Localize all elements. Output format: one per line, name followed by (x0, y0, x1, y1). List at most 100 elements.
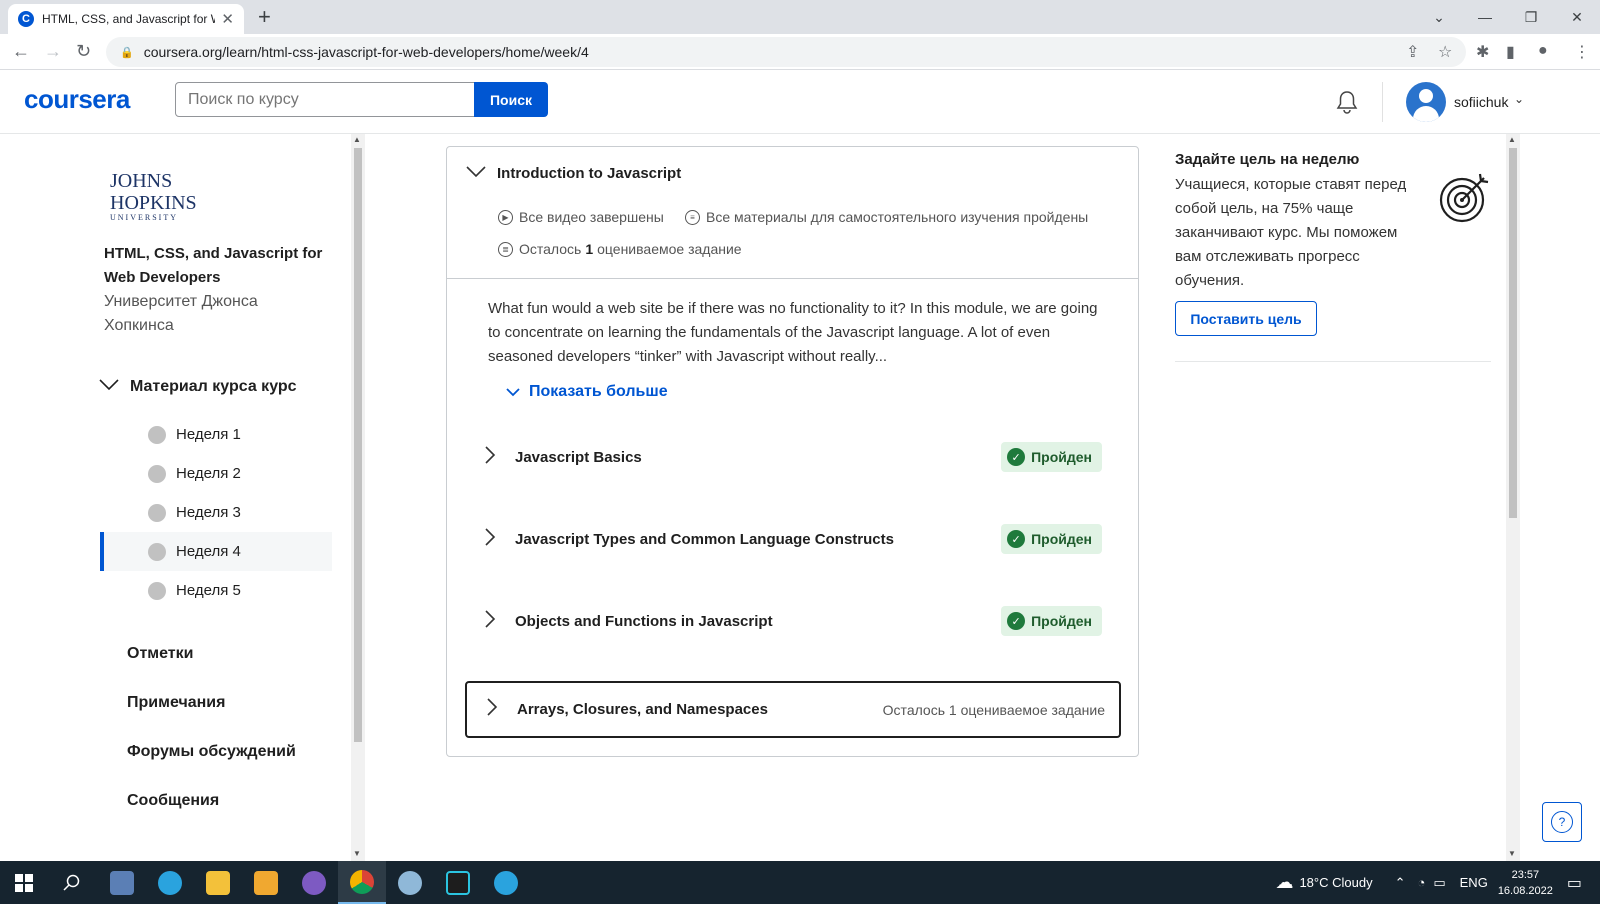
lesson-item[interactable]: Javascript Basics ✓ Пройден (465, 429, 1121, 485)
viber-app-icon[interactable] (290, 861, 338, 904)
language-indicator[interactable]: ENG (1460, 875, 1488, 890)
close-tab-icon[interactable]: ✕ (221, 10, 234, 28)
lesson-item[interactable]: Javascript Types and Common Language Con… (465, 511, 1121, 567)
check-icon: ✓ (1007, 530, 1026, 548)
browser-tabstrip: C HTML, CSS, and Javascript for We ✕ + ⌄… (0, 0, 1600, 34)
side-panel-icon[interactable]: ▮ (1506, 42, 1515, 62)
chevron-down-icon[interactable] (98, 378, 120, 397)
notifications-icon[interactable]: ▭ (1567, 873, 1582, 893)
show-more-link[interactable]: Показать больше (505, 383, 668, 401)
tab-search-icon[interactable]: ⌄ (1416, 0, 1462, 34)
username[interactable]: sofiichuk (1454, 94, 1508, 110)
minimize-icon[interactable]: — (1462, 0, 1508, 34)
new-tab-icon[interactable]: + (258, 4, 271, 30)
webstorm-app-icon[interactable] (434, 861, 482, 904)
course-title[interactable]: HTML, CSS, and Javascript for Web Develo… (104, 242, 324, 290)
network-icon[interactable]: ◔ (1417, 875, 1425, 890)
system-tray: ☁ 18°C Cloudy ⌃ ◔ ▭ ENG 23:57 16.08.2022… (1275, 861, 1600, 904)
week-status-icon (148, 425, 166, 444)
close-window-icon[interactable]: ✕ (1554, 0, 1600, 34)
sidebar-item-week-2[interactable]: Неделя 2 (100, 454, 332, 493)
browser-toolbar: ← → ↻ 🔒 coursera.org/learn/html-css-java… (0, 34, 1600, 70)
status-badge: ✓ Пройден (1001, 606, 1102, 636)
chevron-down-icon[interactable] (465, 165, 487, 184)
graded-status: ≣ Осталось 1 оцениваемое задание (498, 241, 742, 257)
restore-icon[interactable]: ❐ (1508, 0, 1554, 34)
extensions-icon[interactable]: ✱ (1476, 42, 1489, 62)
menu-icon[interactable]: ⋮ (1574, 42, 1590, 62)
coursera-logo[interactable]: coursera (24, 84, 130, 115)
scroll-down-icon[interactable]: ▼ (1508, 849, 1516, 858)
chevron-right-icon (475, 527, 505, 552)
forward-icon[interactable]: → (44, 41, 62, 62)
lock-icon: 🔒 (120, 46, 134, 59)
profile-icon[interactable]: ● (1538, 42, 1548, 60)
windows-start-icon[interactable] (0, 861, 48, 904)
telegram-app-icon[interactable] (482, 861, 530, 904)
sidebar-item-week-1[interactable]: Неделя 1 (100, 415, 332, 454)
back-icon[interactable]: ← (12, 41, 30, 62)
course-material-heading[interactable]: Материал курса курс (130, 378, 297, 396)
notifications-bell-icon[interactable] (1336, 90, 1358, 120)
chevron-down-icon (505, 385, 521, 400)
telegram-app-icon[interactable] (146, 861, 194, 904)
sidebar-item-week-4[interactable]: Неделя 4 (100, 532, 332, 571)
chrome-app-icon[interactable] (338, 861, 386, 904)
browser-tab[interactable]: C HTML, CSS, and Javascript for We ✕ (8, 4, 244, 34)
window-controls: ⌄ — ❐ ✕ (1416, 0, 1600, 34)
sidebar-item-forums[interactable]: Форумы обсуждений (127, 743, 296, 761)
scroll-up-icon[interactable]: ▲ (353, 135, 361, 144)
status-badge: ✓ Пройден (1001, 442, 1102, 472)
share-icon[interactable]: ⇪ (1406, 42, 1419, 62)
clock[interactable]: 23:57 16.08.2022 (1498, 867, 1553, 899)
search-input[interactable] (175, 82, 475, 117)
week-label: Неделя 5 (176, 582, 241, 599)
battery-icon[interactable]: ▭ (1433, 875, 1445, 891)
week-status-icon (148, 464, 166, 483)
search-icon[interactable] (48, 861, 96, 904)
search-button[interactable]: Поиск (474, 82, 548, 117)
os-taskbar: ☁ 18°C Cloudy ⌃ ◔ ▭ ENG 23:57 16.08.2022… (0, 861, 1600, 904)
scrollbar-thumb[interactable] (354, 148, 362, 742)
chevron-down-icon[interactable]: ⌄ (1514, 92, 1524, 106)
chevron-right-icon (475, 445, 505, 470)
file-explorer-icon[interactable] (194, 861, 242, 904)
lesson-item-selected[interactable]: Arrays, Closures, and Namespaces Осталос… (465, 681, 1121, 738)
sidebar-item-notes[interactable]: Примечания (127, 694, 225, 712)
avatar[interactable] (1406, 82, 1446, 122)
course-partner: Университет Джонса Хопкинса (104, 293, 258, 334)
help-button[interactable]: ? (1542, 802, 1582, 842)
sidebar-item-messages[interactable]: Сообщения (127, 792, 219, 810)
play-icon: ▶ (498, 209, 513, 225)
sidebar-item-week-3[interactable]: Неделя 3 (100, 493, 332, 532)
paint-app-icon[interactable] (386, 861, 434, 904)
reload-icon[interactable]: ↻ (76, 41, 91, 62)
header-divider (1382, 82, 1383, 122)
sidebar-item-grades[interactable]: Отметки (127, 645, 193, 663)
sidebar-scrollbar[interactable]: ▲ ▼ (351, 134, 365, 861)
videos-status: ▶ Все видео завершены (498, 209, 664, 225)
scroll-up-icon[interactable]: ▲ (1508, 135, 1516, 144)
remaining-assignments: Осталось 1 оцениваемое задание (882, 701, 1105, 718)
weather-text[interactable]: 18°C Cloudy (1299, 875, 1372, 890)
tab-title: HTML, CSS, and Javascript for We (42, 12, 216, 26)
divider (1175, 361, 1491, 362)
address-bar[interactable]: 🔒 coursera.org/learn/html-css-javascript… (106, 37, 1466, 67)
scrollbar-thumb[interactable] (1509, 148, 1517, 518)
lesson-title: Objects and Functions in Javascript (515, 612, 773, 630)
divider (447, 278, 1138, 279)
module-card: Introduction to Javascript ▶ Все видео з… (446, 146, 1139, 757)
chevron-up-icon[interactable]: ⌃ (1395, 875, 1406, 891)
page-scrollbar[interactable]: ▲ ▼ (1506, 134, 1520, 861)
sidebar-item-week-5[interactable]: Неделя 5 (100, 571, 332, 610)
computer-app-icon[interactable] (98, 861, 146, 904)
lesson-item[interactable]: Objects and Functions in Javascript ✓ Пр… (465, 593, 1121, 649)
set-goal-button[interactable]: Поставить цель (1175, 301, 1317, 336)
bookmark-star-icon[interactable]: ☆ (1438, 42, 1452, 62)
module-title[interactable]: Introduction to Javascript (497, 165, 681, 182)
scroll-down-icon[interactable]: ▼ (353, 849, 361, 858)
chevron-right-icon (477, 697, 507, 722)
help-icon: ? (1551, 811, 1573, 833)
media-player-icon[interactable] (242, 861, 290, 904)
lesson-title: Arrays, Closures, and Namespaces (517, 701, 768, 718)
